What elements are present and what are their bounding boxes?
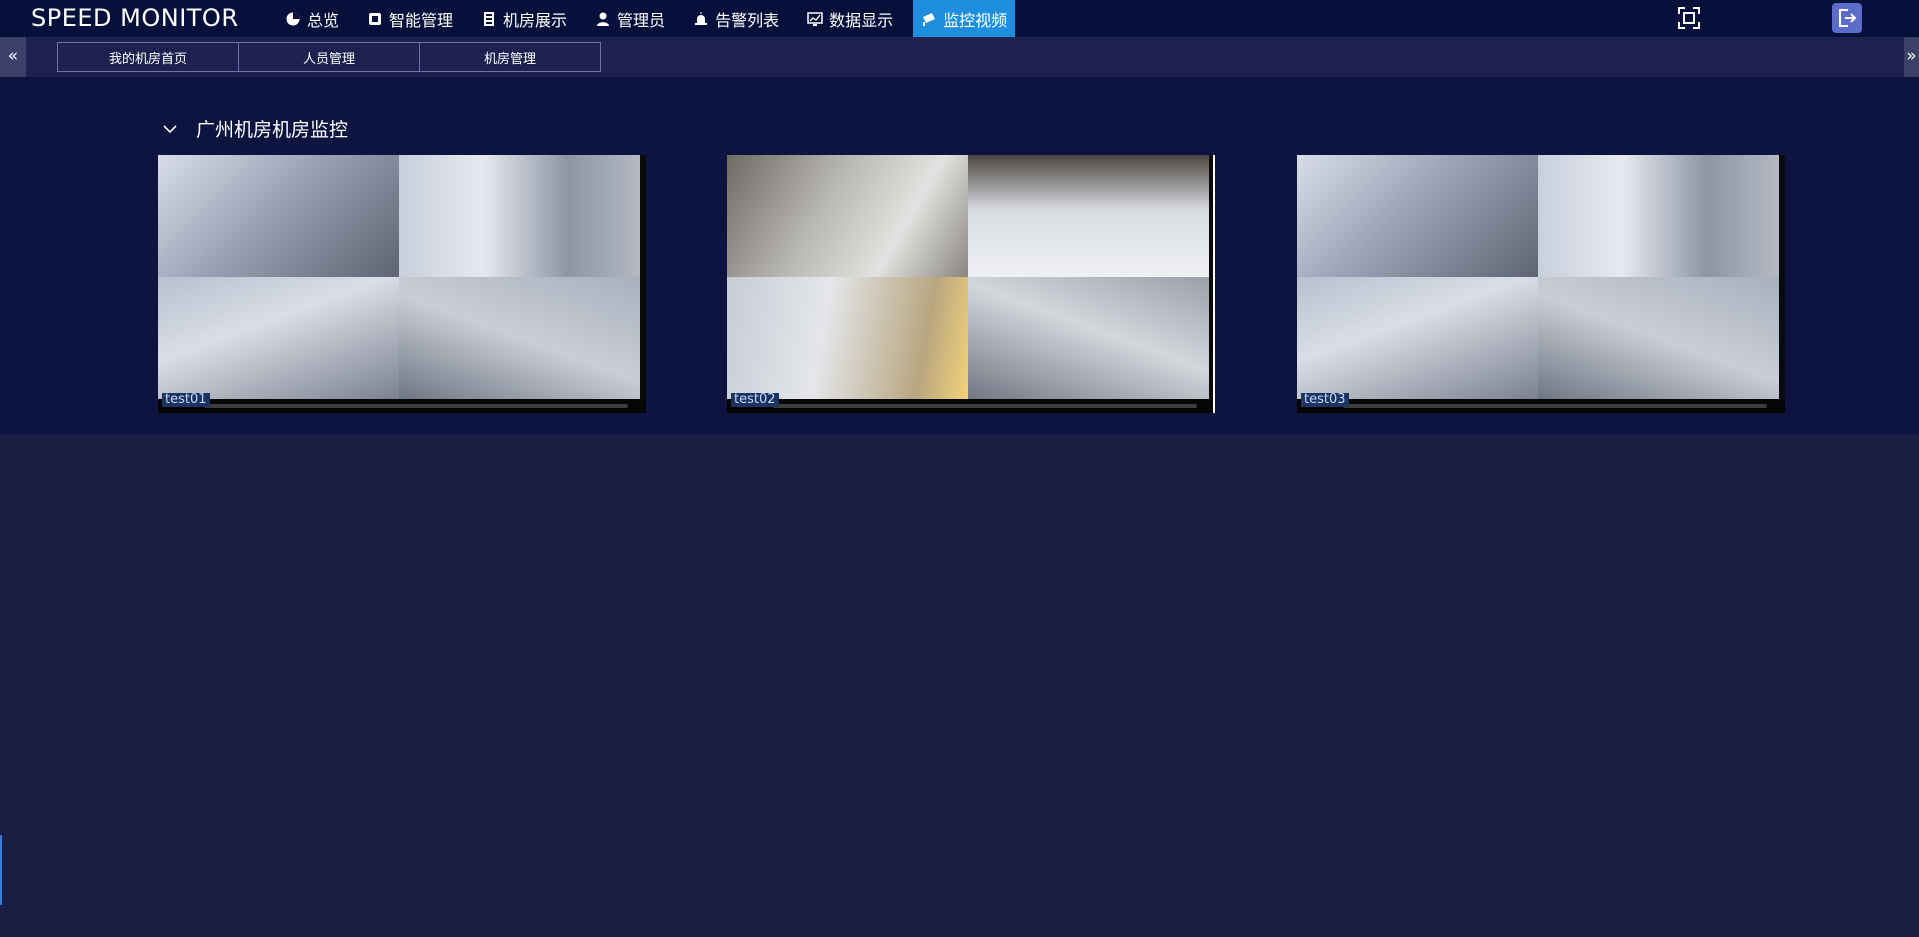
camera-video[interactable] xyxy=(158,155,640,399)
logout-button[interactable] xyxy=(1832,3,1862,33)
tab-my-room-home[interactable]: 我的机房首页 xyxy=(57,42,239,72)
camera-feed[interactable]: test02 xyxy=(727,155,1215,413)
nav-item-overview[interactable]: 总览 xyxy=(277,0,347,37)
camera-icon xyxy=(923,12,936,26)
chip-icon xyxy=(369,12,382,25)
nav-item-smart-management[interactable]: 智能管理 xyxy=(359,0,461,37)
tab-bar: « 我的机房首页 人员管理 机房管理 » xyxy=(0,37,1919,77)
nav-item-label: 告警列表 xyxy=(715,10,780,30)
section-header[interactable]: 广州机房机房监控 xyxy=(162,115,348,142)
video-progress-bar[interactable] xyxy=(773,404,1197,408)
camera-video[interactable] xyxy=(1297,155,1779,399)
video-controls-bar xyxy=(158,399,646,413)
tab-list: 我的机房首页 人员管理 机房管理 xyxy=(57,42,601,72)
camera-label: test02 xyxy=(731,393,779,407)
nav-item-video-monitoring[interactable]: 监控视频 xyxy=(913,0,1016,37)
alarm-icon xyxy=(695,11,708,25)
camera-video[interactable] xyxy=(727,155,1209,399)
server-icon xyxy=(484,11,495,26)
video-frame-edge xyxy=(1213,155,1215,413)
tab-room-management[interactable]: 机房管理 xyxy=(419,42,601,72)
main-nav: 总览 智能管理 机房展示 管理员 告警列表 数据显示 监控视频 xyxy=(277,0,1016,37)
nav-item-label: 数据显示 xyxy=(829,10,894,30)
nav-item-label: 机房展示 xyxy=(503,10,568,30)
side-scroll-indicator xyxy=(0,835,2,905)
user-icon xyxy=(597,12,610,26)
camera-label: test01 xyxy=(162,393,210,407)
nav-item-label: 智能管理 xyxy=(389,10,454,30)
camera-label: test03 xyxy=(1301,393,1349,407)
logout-icon xyxy=(1839,9,1857,27)
video-controls-bar xyxy=(727,399,1215,413)
app-title: SPEED MONITOR xyxy=(31,4,239,32)
nav-item-alarm-list[interactable]: 告警列表 xyxy=(685,0,787,37)
chevron-down-icon xyxy=(163,124,177,133)
section-title: 广州机房机房监控 xyxy=(196,119,349,141)
nav-item-label: 管理员 xyxy=(617,10,666,30)
tab-personnel-management[interactable]: 人员管理 xyxy=(238,42,420,72)
nav-item-admin[interactable]: 管理员 xyxy=(587,0,673,37)
nav-item-label: 总览 xyxy=(307,10,340,30)
monitoring-panel: 广州机房机房监控 test01 test02 test03 xyxy=(0,77,1919,435)
camera-feed[interactable]: test03 xyxy=(1297,155,1785,413)
top-navbar: SPEED MONITOR 总览 智能管理 机房展示 管理员 告警列表 数据显示 xyxy=(0,0,1919,37)
monitor-chart-icon xyxy=(807,11,823,26)
nav-item-label: 监控视频 xyxy=(943,10,1008,30)
camera-feed[interactable]: test01 xyxy=(158,155,646,413)
nav-item-room-display[interactable]: 机房展示 xyxy=(473,0,575,37)
fullscreen-icon[interactable] xyxy=(1677,6,1701,30)
video-controls-bar xyxy=(1297,399,1785,413)
pie-chart-icon xyxy=(286,12,300,25)
video-progress-bar[interactable] xyxy=(1343,404,1767,408)
scroll-tabs-left-button[interactable]: « xyxy=(0,37,26,77)
video-progress-bar[interactable] xyxy=(204,404,628,408)
scroll-tabs-right-button[interactable]: » xyxy=(1904,37,1919,77)
nav-item-data-display[interactable]: 数据显示 xyxy=(799,0,901,37)
